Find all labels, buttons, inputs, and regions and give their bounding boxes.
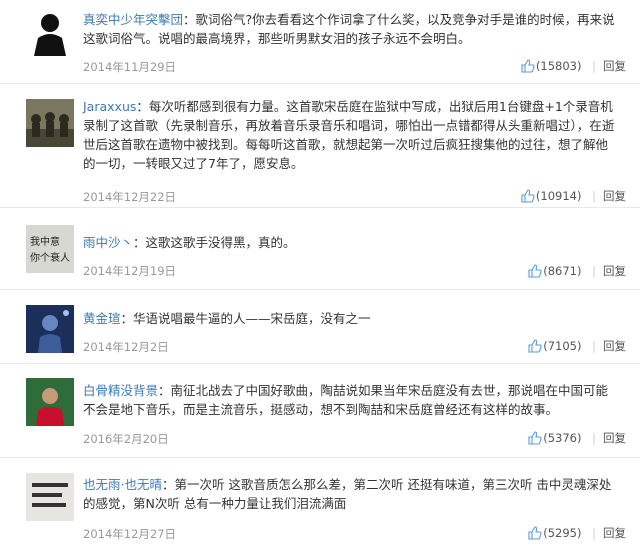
comment-list: 真奕中少年突擊団：歌词俗气?你去看看这个作词拿了什么奖，以及竞争对手是谁的时候，… — [0, 0, 640, 553]
like-button[interactable]: (8671) — [528, 264, 585, 278]
reply-button[interactable]: 回复 — [603, 264, 626, 278]
comment-item: Jaraxxus：每次听都感到很有力量。这首歌宋岳庭在监狱中写成，出狱后用1台键… — [0, 83, 640, 208]
action-separator: | — [592, 431, 596, 445]
action-separator: | — [592, 59, 596, 73]
comment-body: 也无雨·也无晴：第一次听 这歌音质怎么那么差，第二次听 还挺有味道，第三次听 击… — [83, 477, 612, 511]
like-count: (7105) — [543, 339, 582, 353]
comment-item: 我中意 你个衰人 雨中沙丶：这歌这歌手没得黑，真的。 2014年12月19日 (… — [0, 207, 640, 290]
comment-actions: (7105) | 回复 — [528, 338, 626, 354]
comment-date: 2014年12月19日 — [83, 264, 177, 278]
comment-actions: (10914) | 回复 — [521, 188, 626, 204]
reply-button[interactable]: 回复 — [603, 526, 626, 540]
comment-body: 白骨精没背景：南征北战去了中国好歌曲，陶喆说如果当年宋岳庭没有去世，那说唱在中国… — [83, 383, 609, 417]
like-count: (5295) — [543, 526, 582, 540]
comment-item: 白骨精没背景：南征北战去了中国好歌曲，陶喆说如果当年宋岳庭没有去世，那说唱在中国… — [0, 363, 640, 458]
avatar[interactable] — [26, 305, 74, 353]
avatar[interactable] — [26, 8, 74, 56]
like-count: (5376) — [543, 431, 582, 445]
action-separator: | — [592, 339, 596, 353]
thumbs-up-icon — [528, 526, 542, 540]
like-button[interactable]: (5295) — [528, 526, 585, 540]
action-separator: | — [592, 526, 596, 540]
like-button[interactable]: (5376) — [528, 431, 585, 445]
username-link[interactable]: 黄金瑄 — [83, 311, 121, 326]
username-link[interactable]: 真奕中少年突擊団 — [83, 12, 183, 27]
thumbs-up-icon — [521, 189, 535, 203]
like-button[interactable]: (15803) — [521, 59, 585, 73]
username-link[interactable]: 白骨精没背景 — [83, 383, 158, 398]
username-link[interactable]: Jaraxxus — [83, 99, 136, 114]
username-link[interactable]: 也无雨·也无晴 — [83, 477, 162, 492]
like-count: (10914) — [535, 189, 582, 203]
comment-text: 南征北战去了中国好歌曲，陶喆说如果当年宋岳庭没有去世，那说唱在中国可能不会是地下… — [83, 383, 609, 417]
comment-date: 2014年12月22日 — [83, 190, 177, 204]
comment-body: 雨中沙丶：这歌这歌手没得黑，真的。 — [83, 235, 296, 250]
comment-date: 2016年2月20日 — [83, 432, 169, 446]
like-button[interactable]: (10914) — [521, 189, 585, 203]
action-separator: | — [592, 189, 596, 203]
comment-actions: (8671) | 回复 — [528, 263, 626, 279]
comment-text: 华语说唱最牛逼的人——宋岳庭，没有之一 — [133, 311, 371, 326]
comment-body: 黄金瑄：华语说唱最牛逼的人——宋岳庭，没有之一 — [83, 311, 371, 326]
avatar-text-line2: 你个衰人 — [30, 251, 70, 264]
like-count: (8671) — [543, 264, 582, 278]
thumbs-up-icon — [528, 431, 542, 445]
comment-actions: (15803) | 回复 — [521, 58, 626, 74]
comment-date: 2014年12月27日 — [83, 527, 177, 541]
avatar[interactable] — [26, 473, 74, 521]
like-count: (15803) — [535, 59, 582, 73]
reply-button[interactable]: 回复 — [603, 59, 626, 73]
comment-body: Jaraxxus：每次听都感到很有力量。这首歌宋岳庭在监狱中写成，出狱后用1台键… — [83, 99, 615, 171]
thumbs-up-icon — [528, 264, 542, 278]
comment-date: 2014年11月29日 — [83, 60, 177, 74]
comment-text: 这歌这歌手没得黑，真的。 — [145, 235, 296, 250]
reply-button[interactable]: 回复 — [603, 431, 626, 445]
comment-item: 真奕中少年突擊団：歌词俗气?你去看看这个作词拿了什么奖，以及竞争对手是谁的时候，… — [0, 0, 640, 84]
comment-body: 真奕中少年突擊団：歌词俗气?你去看看这个作词拿了什么奖，以及竞争对手是谁的时候，… — [83, 12, 615, 46]
action-separator: | — [592, 264, 596, 278]
avatar[interactable]: 我中意 你个衰人 — [26, 225, 74, 273]
reply-button[interactable]: 回复 — [603, 339, 626, 353]
comment-actions: (5376) | 回复 — [528, 430, 626, 446]
username-link[interactable]: 雨中沙丶 — [83, 235, 133, 250]
comment-item: 也无雨·也无晴：第一次听 这歌音质怎么那么差，第二次听 还挺有味道，第三次听 击… — [0, 457, 640, 553]
reply-button[interactable]: 回复 — [603, 189, 626, 203]
comment-item: 黄金瑄：华语说唱最牛逼的人——宋岳庭，没有之一 2014年12月2日 (7105… — [0, 289, 640, 364]
avatar-text-line1: 我中意 — [30, 235, 60, 248]
avatar[interactable] — [26, 99, 74, 147]
comment-text: 每次听都感到很有力量。这首歌宋岳庭在监狱中写成，出狱后用1台键盘+1个录音机录制… — [83, 99, 615, 171]
avatar[interactable] — [26, 378, 74, 426]
comment-date: 2014年12月2日 — [83, 340, 169, 354]
comment-actions: (5295) | 回复 — [528, 525, 626, 541]
like-button[interactable]: (7105) — [528, 339, 585, 353]
thumbs-up-icon — [528, 339, 542, 353]
comment-text: 第一次听 这歌音质怎么那么差，第二次听 还挺有味道，第三次听 击中灵魂深处的感觉… — [83, 477, 612, 511]
thumbs-up-icon — [521, 59, 535, 73]
